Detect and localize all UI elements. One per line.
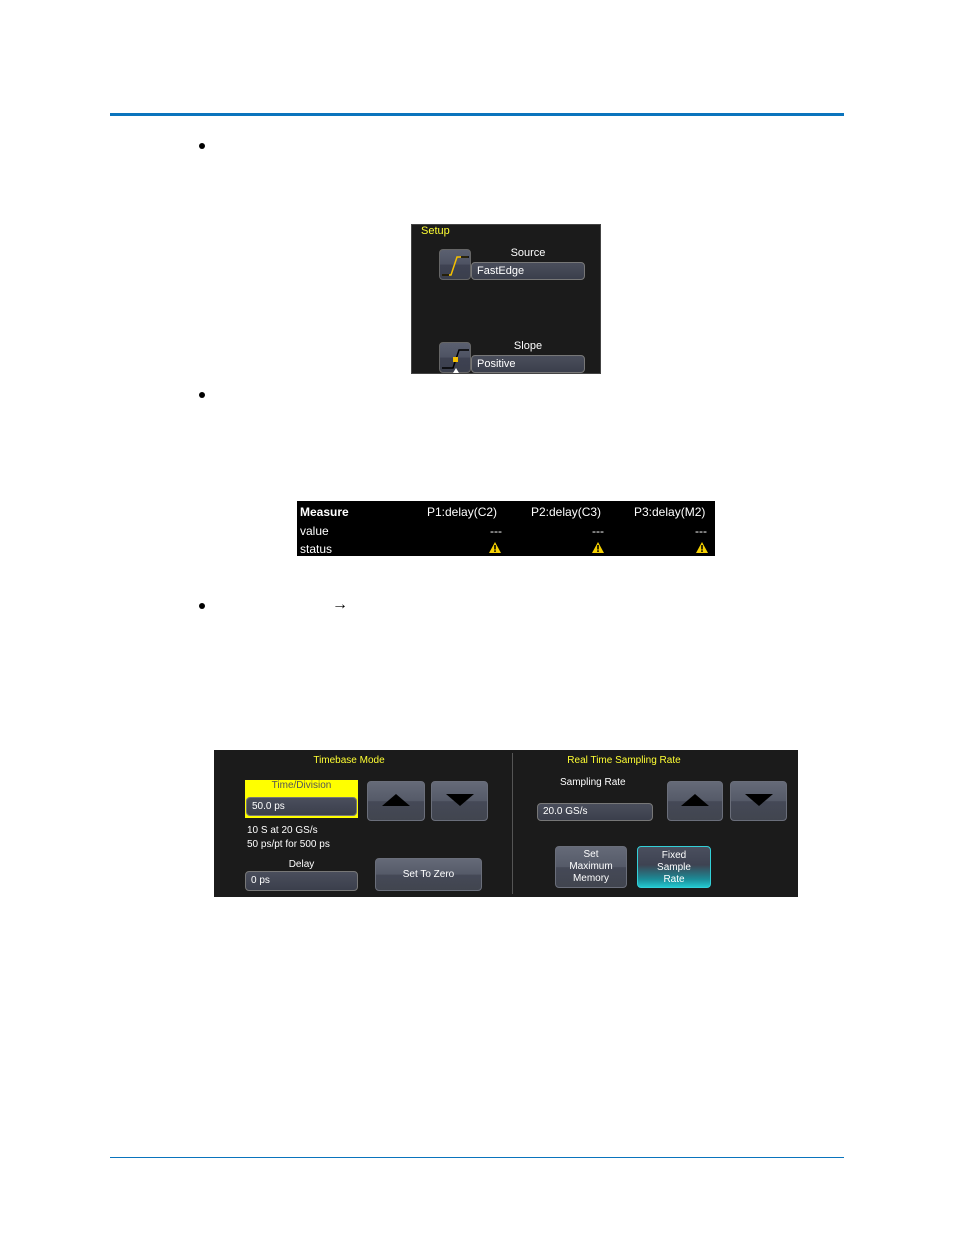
source-icon-button[interactable] [439,249,471,280]
fixed-line3: Rate [663,874,685,885]
down-arrow-icon [445,794,474,806]
timebase-info-line1: 10 S at 20 GS/s [247,825,318,836]
sampling-rate-label: Sampling Rate [560,777,626,788]
set-maximum-memory-button[interactable]: Set Maximum Memory [555,846,627,888]
positive-slope-icon [442,349,469,373]
source-label: Source [510,247,546,259]
measure-header: Measure [300,505,349,519]
column-header-p3: P3:delay(M2) [634,505,706,519]
set-max-line1: Set [583,849,599,860]
sampling-rate-down-button[interactable] [730,781,787,821]
set-max-line3: Memory [572,873,610,884]
set-max-line2: Maximum [569,861,613,872]
column-header-p1: P1:delay(C2) [427,505,498,519]
time-division-field[interactable]: 50.0 ps [246,797,357,816]
warning-icon [696,542,708,553]
setup-panel: Setup Source FastEdge Slope Positive [411,224,601,374]
bullet-1 [199,143,205,149]
timebase-panel: Timebase Mode Time/Division 50.0 ps 10 S… [214,750,798,897]
measure-table: Measure P1:delay(C2) P2:delay(C3) P3:del… [297,501,715,556]
down-arrow-icon [744,794,773,806]
value-p2: --- [592,524,604,538]
time-division-label: Time/Division [271,780,332,791]
value-p3: --- [695,524,707,538]
setup-title: Setup [421,225,450,237]
header-rule [110,113,844,116]
right-arrow-icon: → [332,596,348,613]
slope-icon-button[interactable] [439,342,471,373]
bullet-3 [199,603,205,609]
value-p1: --- [490,524,502,538]
time-division-up-button[interactable] [367,781,425,821]
up-arrow-icon [681,794,709,806]
row-label-value: value [300,524,329,538]
warning-icon [489,542,501,553]
slope-label: Slope [513,340,543,352]
sampling-rate-up-button[interactable] [667,781,723,821]
up-arrow-icon [382,794,410,806]
slope-field[interactable]: Positive [471,355,585,373]
time-division-down-button[interactable] [431,781,488,821]
row-label-status: status [300,542,333,556]
fixed-line2: Sample [657,862,691,873]
warning-icon [592,542,604,553]
set-to-zero-label: Set To Zero [402,869,455,880]
column-header-p2: P2:delay(C3) [531,505,602,519]
source-field[interactable]: FastEdge [471,262,585,280]
delay-field[interactable]: 0 ps [245,871,358,891]
timebase-info-line2: 50 ps/pt for 500 ps [247,839,330,850]
bullet-2 [199,392,205,398]
sampling-rate-title: Real Time Sampling Rate [567,755,681,766]
delay-label: Delay [288,859,315,870]
footer-rule [110,1157,844,1158]
set-to-zero-button[interactable]: Set To Zero [375,858,482,891]
rising-edge-icon [442,256,469,276]
sampling-rate-field[interactable]: 20.0 GS/s [537,803,653,821]
timebase-mode-title: Timebase Mode [313,755,385,766]
fixed-sample-rate-button[interactable]: Fixed Sample Rate [637,846,711,888]
panel-divider [512,753,513,894]
fixed-line1: Fixed [661,850,687,861]
